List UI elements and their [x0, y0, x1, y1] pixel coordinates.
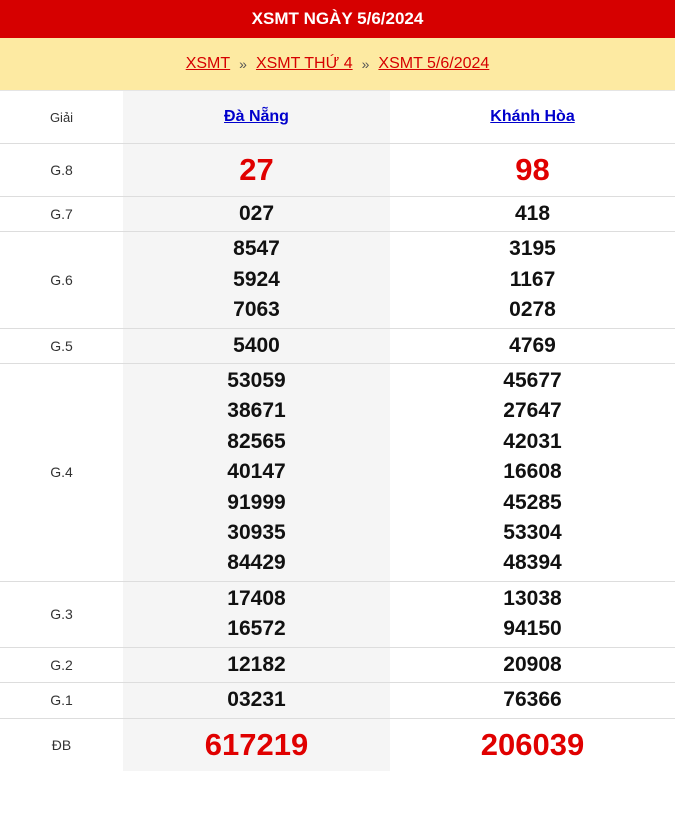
prize-number: 5924	[233, 267, 280, 291]
prize-number: 20908	[503, 652, 562, 676]
prize-number: 84429	[227, 551, 286, 575]
prize-number: 48394	[503, 551, 562, 575]
prize-cell-khanh-hoa: 4769	[390, 327, 675, 364]
prize-label: G.1	[0, 682, 123, 718]
prize-number: 4769	[509, 333, 556, 357]
prize-label: G.6	[0, 231, 123, 329]
prize-cell-khanh-hoa: 206039	[390, 717, 675, 771]
prize-number: 027	[238, 202, 275, 225]
prize-number: 45285	[503, 490, 562, 514]
breadcrumb-xsmt-thu-4[interactable]: XSMT THỨ 4	[256, 55, 353, 73]
prize-cell-da-nang: 17408 16572	[123, 580, 390, 648]
special-prize-number: 617219	[204, 726, 309, 762]
table-row: G.8 27 98	[0, 143, 675, 197]
prize-number: 40147	[227, 460, 286, 484]
table-row: G.2 12182 20908	[0, 646, 675, 683]
breadcrumb-separator: »	[361, 56, 370, 72]
prize-cell-khanh-hoa: 20908	[390, 646, 675, 683]
prize-number: 1167	[509, 267, 556, 291]
table-row: G.3 17408 16572 13038 94150	[0, 580, 675, 648]
prize-label: G.2	[0, 646, 123, 683]
prize-number: 3195	[509, 237, 556, 261]
prize-cell-da-nang: 27	[123, 143, 390, 197]
prize-number: 8547	[233, 237, 280, 261]
table-row: G.1 03231 76366	[0, 682, 675, 718]
prize-cell-da-nang: 5400	[123, 327, 390, 364]
prize-label: G.8	[0, 143, 123, 197]
prize-number: 38671	[227, 399, 286, 423]
table-header-row: Giải Đà Nẵng Khánh Hòa	[0, 91, 675, 144]
province-header-da-nang: Đà Nẵng	[123, 91, 390, 144]
table-row: G.7 027 418	[0, 195, 675, 232]
prize-number: 53304	[503, 521, 562, 545]
prize-number: 30935	[227, 521, 286, 545]
prize-number: 5400	[233, 333, 280, 357]
prize-number: 17408	[227, 586, 286, 610]
prize-cell-khanh-hoa: 98	[390, 143, 675, 197]
prize-number: 7063	[233, 298, 280, 322]
prize-number: 13038	[503, 586, 562, 610]
prize-number: 03231	[227, 688, 286, 712]
prize-number: 94150	[503, 617, 562, 641]
prize-label: G.4	[0, 363, 123, 582]
results-page: XSMT NGÀY 5/6/2024 XSMT » XSMT THỨ 4 » X…	[0, 0, 675, 771]
prize-number: 82565	[227, 429, 286, 453]
prize-number: 418	[514, 202, 551, 225]
prize-cell-khanh-hoa: 76366	[390, 682, 675, 718]
prize-label: ĐB	[0, 717, 123, 771]
breadcrumb-xsmt-date[interactable]: XSMT 5/6/2024	[378, 55, 489, 73]
table-row: G.6 8547 5924 7063 3195 1167 0278	[0, 231, 675, 329]
prize-label: G.3	[0, 580, 123, 648]
prize-cell-khanh-hoa: 3195 1167 0278	[390, 231, 675, 329]
prize-cell-da-nang: 03231	[123, 682, 390, 718]
prize-cell-khanh-hoa: 418	[390, 195, 675, 232]
page-title: XSMT NGÀY 5/6/2024	[0, 0, 675, 38]
province-link-khanh-hoa[interactable]: Khánh Hòa	[490, 108, 574, 125]
special-prize-number: 206039	[480, 726, 585, 762]
table-row: G.4 53059 38671 82565 40147 91999 30935 84429 45…	[0, 363, 675, 582]
prize-cell-da-nang: 8547 5924 7063	[123, 231, 390, 329]
prize-cell-khanh-hoa: 45677 27647 42031 16608 45285 53304 48394	[390, 363, 675, 582]
breadcrumb: XSMT » XSMT THỨ 4 » XSMT 5/6/2024	[0, 38, 675, 91]
prize-number: 27647	[503, 399, 562, 423]
prize-number: 0278	[509, 298, 556, 322]
prize-cell-da-nang: 617219	[123, 717, 390, 771]
prize-number: 16608	[503, 460, 562, 484]
prize-cell-da-nang: 027	[123, 195, 390, 232]
table-row: ĐB 617219 206039	[0, 717, 675, 771]
breadcrumb-xsmt[interactable]: XSMT	[186, 55, 230, 73]
prize-column-header: Giải	[49, 109, 74, 125]
prize-cell-da-nang: 12182	[123, 646, 390, 683]
prize-label: G.7	[0, 195, 123, 232]
prize-number: 91999	[227, 490, 286, 514]
province-link-da-nang[interactable]: Đà Nẵng	[224, 108, 289, 125]
prize-number: 42031	[503, 429, 562, 453]
prize-number: 45677	[503, 369, 562, 393]
prize-number: 53059	[227, 369, 286, 393]
prize-number: 12182	[227, 652, 286, 676]
prize-number: 76366	[503, 688, 562, 712]
results-table: Giải Đà Nẵng Khánh Hòa G.8 27 98 G.7 027 418 G…	[0, 91, 675, 771]
prize-label: G.5	[0, 327, 123, 364]
prize-number: 98	[515, 152, 550, 187]
prize-number: 27	[239, 152, 274, 187]
province-header-khanh-hoa: Khánh Hòa	[390, 91, 675, 144]
breadcrumb-separator: »	[239, 56, 247, 72]
table-row: G.5 5400 4769	[0, 327, 675, 364]
prize-cell-da-nang: 53059 38671 82565 40147 91999 30935 84429	[123, 363, 390, 582]
prize-number: 16572	[227, 617, 286, 641]
prize-cell-khanh-hoa: 13038 94150	[390, 580, 675, 648]
